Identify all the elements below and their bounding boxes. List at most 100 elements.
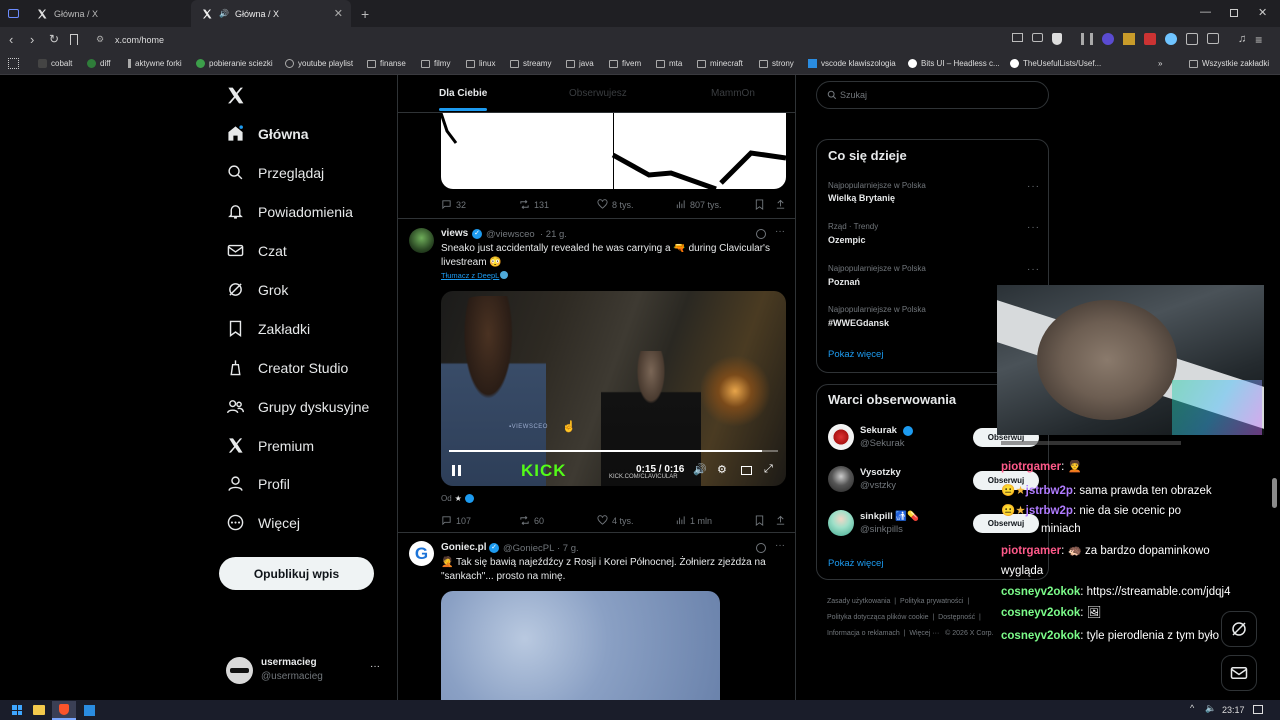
start-icon[interactable] [12, 705, 22, 715]
like-button[interactable]: 4 tys. [597, 515, 634, 526]
trend-more-icon[interactable]: ··· [1027, 264, 1040, 275]
bookmark-cobalt[interactable]: cobalt [38, 59, 72, 68]
grok-icon[interactable] [756, 229, 766, 239]
premium-card-button[interactable] [833, 108, 907, 116]
reload-icon[interactable]: ↻ [49, 32, 59, 46]
repost-button[interactable]: 60 [519, 515, 544, 526]
footer-link[interactable]: Polityka dotycząca plików cookie [827, 614, 929, 621]
views-button[interactable]: 1 mln [675, 515, 712, 526]
vscode-taskbar-icon[interactable] [84, 705, 95, 716]
like-button[interactable]: 8 tys. [597, 199, 634, 210]
wallet-icon[interactable] [1207, 33, 1219, 44]
page-scrollbar[interactable] [1272, 478, 1277, 508]
pause-icon[interactable] [452, 465, 461, 476]
post-author-handle[interactable]: @GoniecPL [503, 543, 554, 554]
share-icon[interactable] [1032, 33, 1043, 42]
sidebar-item-bookmarks[interactable]: Zakładki [227, 320, 310, 337]
footer-link[interactable]: Polityka prywatności [900, 598, 963, 605]
trend-more-icon[interactable]: ··· [1027, 181, 1040, 192]
sidebar-item-premium[interactable]: Premium [227, 437, 314, 454]
footer-link[interactable]: Informacja o reklamach [827, 630, 900, 637]
bookmark-aktywne-forki[interactable]: aktywne forki [128, 59, 182, 68]
avatar[interactable] [409, 228, 434, 253]
messages-floating-button[interactable] [1221, 655, 1257, 691]
reply-button[interactable]: 32 [441, 199, 466, 210]
volume-tray-icon[interactable]: 🔈 [1205, 703, 1216, 714]
footer-link[interactable]: Dostępność [938, 614, 975, 621]
browser-menu-icon[interactable] [0, 0, 26, 27]
bookmark-vscode[interactable]: vscode klawiszologia [808, 59, 896, 68]
tray-chevron-icon[interactable]: ^ [1190, 703, 1194, 713]
bookmark-youtube-playlist[interactable]: youtube playlist [285, 59, 353, 68]
translate-link[interactable]: Tłumacz z DeepL [441, 271, 499, 280]
minimize-button[interactable]: — [1200, 6, 1211, 18]
sidebar-item-creator-studio[interactable]: Creator Studio [227, 359, 348, 376]
post-time[interactable]: · 7 g. [557, 543, 579, 554]
brave-taskbar-icon[interactable] [52, 701, 76, 720]
pause-icon[interactable] [1081, 33, 1093, 45]
follow-suggestion[interactable]: Sekurak @Sekurak [828, 424, 968, 454]
post-time[interactable]: · 21 g. [540, 229, 567, 240]
bookmark-folder-java[interactable]: java [566, 59, 594, 68]
trend-item[interactable]: Poznań [828, 277, 860, 287]
tab-for-you[interactable]: Dla Ciebie [439, 88, 487, 111]
tab-close-icon[interactable]: ✕ [334, 7, 343, 20]
avatar[interactable]: G [409, 541, 434, 566]
extension-icon-3[interactable] [1144, 33, 1156, 45]
trend-item[interactable]: #WWEGdansk [828, 318, 889, 328]
post-author-name[interactable]: Goniec.pl [441, 542, 487, 553]
post-media-snow[interactable] [441, 591, 720, 700]
follow-suggestion[interactable]: Vysotzky @vstzky [828, 466, 968, 496]
volume-icon[interactable]: 🔊 [693, 463, 707, 476]
share-icon[interactable] [775, 199, 786, 210]
post-views[interactable]: views ✓ @viewsceo · 21 g. ··· Sneako jus… [398, 219, 795, 532]
site-info-icon[interactable]: ⚙ [96, 34, 104, 45]
explorer-icon[interactable] [33, 705, 45, 715]
trend-more-icon[interactable]: ··· [1027, 222, 1040, 233]
bookmark-icon[interactable] [754, 515, 765, 526]
extension-icon-4[interactable] [1165, 33, 1177, 45]
footer-link[interactable]: Więcej ··· [909, 630, 939, 637]
sidebar-item-home[interactable]: Główna [227, 125, 309, 142]
bookmark-folder-minecraft[interactable]: minecraft [697, 59, 743, 68]
clock[interactable]: 23:17 [1222, 705, 1245, 715]
close-window-button[interactable]: ✕ [1258, 6, 1267, 19]
post-goniec[interactable]: G Goniec.pl ✓ @GoniecPL · 7 g. ··· 🤦 Tak… [398, 533, 795, 700]
sidebar-item-profile[interactable]: Profil [227, 475, 290, 492]
tab-1[interactable]: Główna / X [26, 0, 191, 27]
tab-following[interactable]: Obserwujesz [569, 88, 627, 99]
bookmarks-overflow-icon[interactable]: » [1158, 59, 1162, 68]
notifications-tray-icon[interactable] [1253, 705, 1263, 714]
repost-button[interactable]: 131 [519, 199, 549, 210]
reply-button[interactable]: 107 [441, 515, 471, 526]
music-icon[interactable]: ♫ [1238, 33, 1246, 47]
follow-show-more[interactable]: Pokaż więcej [828, 558, 883, 569]
sidebar-item-notifications[interactable]: Powiadomienia [227, 203, 353, 220]
sidebar-item-communities[interactable]: Grupy dyskusyjne [227, 398, 369, 415]
account-more-icon[interactable]: ··· [370, 661, 380, 672]
views-button[interactable]: 807 tys. [675, 199, 722, 210]
settings-icon[interactable]: ⚙ [717, 463, 727, 476]
extension-icon-1[interactable] [1102, 33, 1114, 45]
extension-icon-2[interactable] [1123, 33, 1135, 45]
apps-grid-icon[interactable] [8, 58, 19, 69]
bookmark-bits-ui[interactable]: Bits UI – Headless c... [908, 59, 1000, 68]
restore-button[interactable] [1230, 9, 1238, 17]
grok-floating-button[interactable] [1221, 611, 1257, 647]
post-author-handle[interactable]: @viewsceo [486, 229, 535, 240]
back-icon[interactable]: ‹ [9, 32, 13, 47]
bookmark-page-icon[interactable] [70, 34, 78, 45]
post-author-name[interactable]: views [441, 228, 468, 239]
address-bar[interactable]: x.com/home [115, 35, 164, 45]
tab-mammon[interactable]: MammOn [711, 88, 755, 99]
sidebar-item-chat[interactable]: Czat [227, 242, 287, 259]
screen-icon[interactable] [1012, 33, 1023, 42]
grok-icon[interactable] [756, 543, 766, 553]
bookmark-all[interactable]: Wszystkie zakładki [1189, 59, 1269, 68]
x-logo-icon[interactable] [226, 86, 245, 105]
trend-item[interactable]: Wielką Brytanię [828, 193, 895, 203]
search-box[interactable]: Szukaj [816, 81, 1049, 109]
bookmark-folder-filmy[interactable]: filmy [421, 59, 450, 68]
puzzle-icon[interactable] [1186, 33, 1198, 45]
trend-item[interactable]: Ozempic [828, 235, 866, 245]
